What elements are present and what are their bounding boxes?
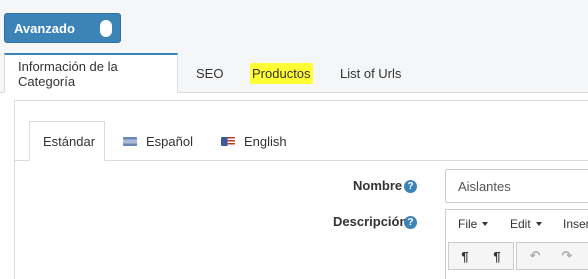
tab-productos-label: Productos xyxy=(250,62,313,84)
tab-content-panel: Estándar Español English Nombre ? Aislan… xyxy=(0,93,588,279)
descripcion-help-icon[interactable]: ? xyxy=(404,216,417,229)
tab-seo-label: SEO xyxy=(196,65,224,81)
description-editor[interactable]: File Edit Inser ¶ ¶ ↶ ↷ xyxy=(445,209,588,279)
editor-menu-insert-label: Inser xyxy=(563,217,588,231)
spain-flag-icon xyxy=(123,136,137,146)
chevron-down-icon xyxy=(535,222,542,226)
editor-menu-file-label: File xyxy=(458,217,478,231)
tab-category-info[interactable]: Información de la Categoría xyxy=(4,53,178,93)
redo-icon[interactable]: ↷ xyxy=(551,243,583,269)
tab-productos[interactable]: Productos xyxy=(250,53,313,93)
chevron-down-icon xyxy=(482,222,489,226)
editor-menu-insert[interactable]: Inser xyxy=(563,210,588,238)
ltr-paragraph-icon[interactable]: ¶ xyxy=(449,243,481,269)
editor-toolbar: ¶ ¶ ↶ ↷ xyxy=(446,242,588,270)
nombre-input-value: Aislantes xyxy=(458,178,511,194)
rtl-paragraph-icon[interactable]: ¶ xyxy=(481,243,513,269)
tab-lang-standard[interactable]: Estándar xyxy=(29,121,105,161)
language-panel: Estándar Español English Nombre ? Aislan… xyxy=(14,100,588,279)
editor-menu-edit[interactable]: Edit xyxy=(510,210,542,238)
editor-menu-edit-label: Edit xyxy=(510,217,531,231)
uk-flag-icon xyxy=(221,136,235,146)
advanced-toggle-label: Avanzado xyxy=(14,20,75,36)
tab-seo[interactable]: SEO xyxy=(196,53,223,93)
editor-menubar: File Edit Inser xyxy=(446,210,588,238)
language-tabs: Estándar Español English xyxy=(15,121,588,161)
editor-toolbar-group-history: ↶ ↷ xyxy=(516,242,588,270)
descripcion-label: Descripción xyxy=(333,214,408,229)
nombre-help-icon[interactable]: ? xyxy=(404,180,417,193)
tab-lang-spanish[interactable]: Español xyxy=(123,121,193,161)
nombre-label: Nombre xyxy=(353,178,403,193)
tab-list-of-urls[interactable]: List of Urls xyxy=(340,53,401,93)
tab-lang-standard-label: Estándar xyxy=(43,133,96,149)
toggle-switch-knob[interactable] xyxy=(100,20,112,37)
tab-list-of-urls-label: List of Urls xyxy=(340,65,402,81)
undo-icon[interactable]: ↶ xyxy=(519,243,551,269)
tab-lang-english-label: English xyxy=(244,133,287,149)
nombre-input[interactable]: Aislantes xyxy=(445,169,588,203)
advanced-toggle-button[interactable]: Avanzado xyxy=(4,13,121,43)
tab-category-info-label: Información de la Categoría xyxy=(18,58,118,89)
editor-toolbar-group-direction: ¶ ¶ xyxy=(448,242,514,270)
tab-lang-spanish-label: Español xyxy=(146,133,193,149)
tab-lang-english[interactable]: English xyxy=(221,121,287,161)
editor-menu-file[interactable]: File xyxy=(458,210,489,238)
category-tabs: Información de la Categoría SEO Producto… xyxy=(0,53,588,93)
